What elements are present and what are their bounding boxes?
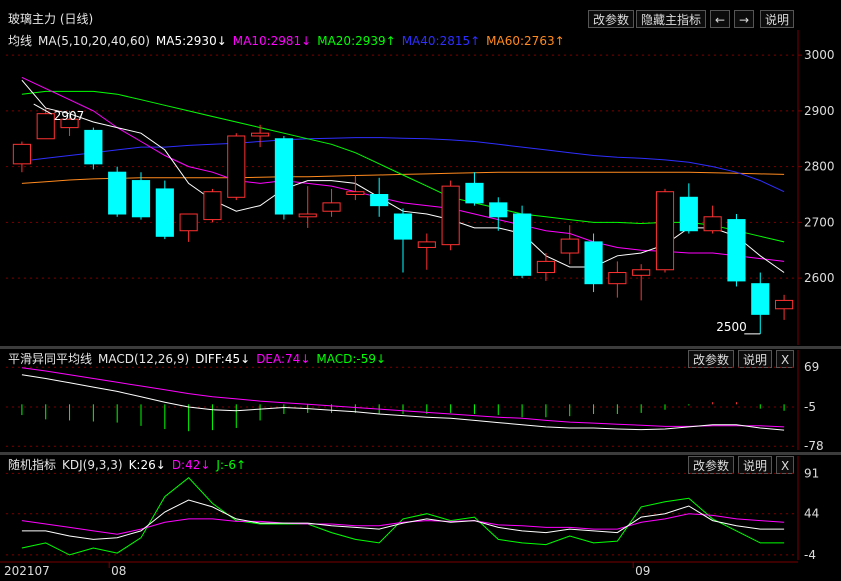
y-tick-label: 91 (804, 466, 819, 480)
candle (679, 196, 698, 232)
y-tick-label: 2700 (804, 215, 835, 229)
y-tick-label: 2600 (804, 271, 835, 285)
candle (322, 202, 341, 212)
candle (346, 191, 365, 196)
d-line (21, 513, 785, 535)
price-chart[interactable]: 3000 2900 2800 2700 2600 69 -5 -78 91 44 -4 202107 0… (0, 0, 841, 581)
candle (298, 213, 317, 218)
low-annotation: 2500 (716, 320, 747, 334)
candle (84, 129, 103, 165)
candle (775, 299, 794, 310)
y-tick-label: 69 (804, 360, 819, 374)
y-tick-label: -78 (804, 439, 824, 453)
candle (36, 113, 55, 140)
candle (108, 171, 127, 215)
high-annotation: 2907 (54, 109, 85, 123)
candle (751, 283, 770, 315)
candle (655, 191, 675, 271)
candle (251, 132, 270, 137)
candle (727, 219, 746, 282)
candle (179, 213, 198, 232)
candle (203, 191, 222, 221)
candle (131, 180, 151, 218)
candle (608, 272, 627, 285)
candle (465, 182, 484, 204)
candle (417, 241, 436, 248)
candle (393, 213, 413, 240)
candle (227, 135, 246, 198)
y-tick-label: 2900 (804, 104, 835, 118)
candle (632, 269, 651, 276)
candle (12, 143, 31, 165)
y-tick-label: -4 (804, 548, 816, 562)
k-line (21, 499, 785, 540)
candle (584, 241, 603, 285)
dif-line (21, 374, 785, 431)
x-tick-label: 202107 (4, 564, 50, 578)
candle (560, 238, 579, 254)
candle (703, 216, 722, 232)
candle (155, 188, 174, 237)
y-tick-label: 2800 (804, 160, 835, 174)
candle (274, 138, 293, 215)
candle (441, 185, 460, 246)
x-tick-label: 08 (111, 564, 126, 578)
y-tick-label: -5 (804, 400, 816, 414)
dea-line (21, 367, 785, 428)
j-line (21, 477, 785, 556)
candle (536, 260, 555, 274)
candle (489, 202, 508, 218)
candle (370, 194, 389, 207)
y-tick-label: 3000 (804, 48, 835, 62)
candle (513, 213, 532, 276)
x-tick-label: 09 (635, 564, 650, 578)
y-tick-label: 44 (804, 507, 819, 521)
